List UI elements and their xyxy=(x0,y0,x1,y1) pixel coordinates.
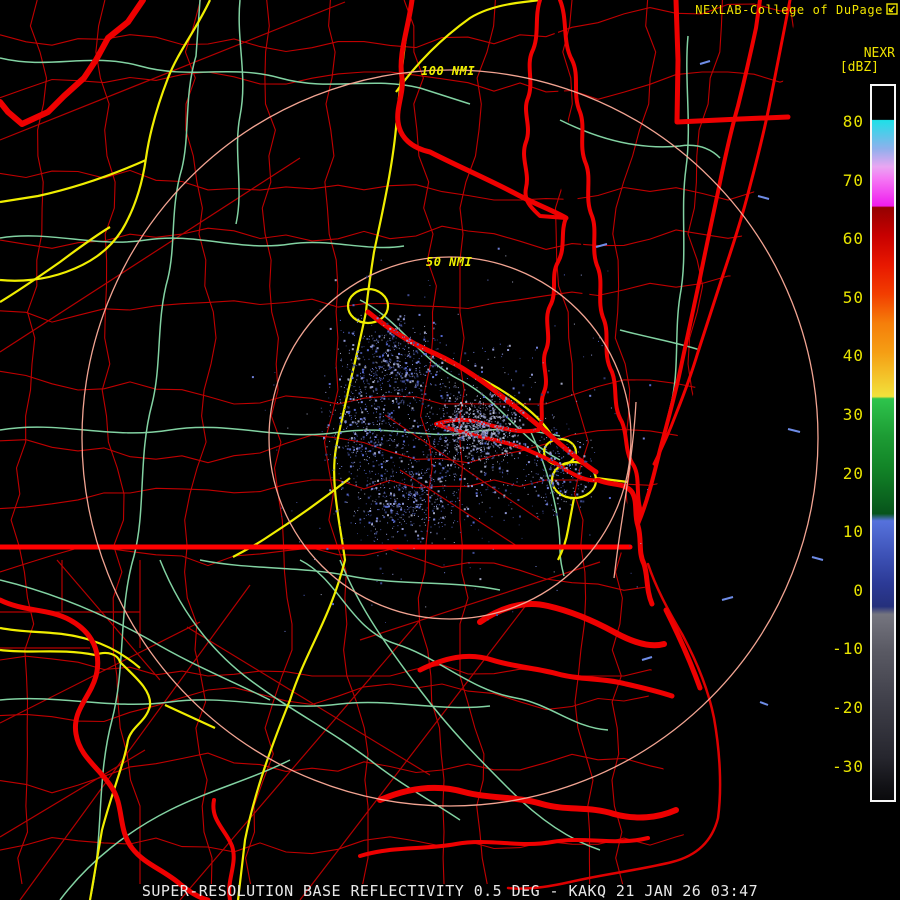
product-status-caption: SUPER-RESOLUTION BASE REFLECTIVITY 0.5 D… xyxy=(141,882,759,900)
colorbar-tick: 40 xyxy=(842,346,864,365)
colorbar-unit-label: [dBZ] xyxy=(839,60,879,75)
colorbar-tick: 30 xyxy=(842,405,864,424)
reflectivity-echo-layer xyxy=(251,247,652,632)
radar-map xyxy=(0,0,824,900)
colorbar-tick: 0 xyxy=(853,581,864,600)
secondary-road-lines xyxy=(0,0,721,900)
dbz-colorbar xyxy=(870,84,896,802)
radar-viewer: 80 70 60 50 40 30 20 10 0 -10 -20 -30 NE… xyxy=(0,0,900,900)
colorbar-tick: -20 xyxy=(832,698,864,717)
range-ring-label-100nmi: 100 NMI xyxy=(421,64,476,78)
colorbar-tick: 50 xyxy=(842,288,864,307)
ocean-dash-marks xyxy=(595,60,824,706)
colorbar-tick: 20 xyxy=(842,464,864,483)
colorbar-tick: -30 xyxy=(832,757,864,776)
colorbar-tick: 10 xyxy=(842,522,864,541)
colorbar-tick: 60 xyxy=(842,229,864,248)
straight-county-borders xyxy=(0,1,601,900)
colorbar-tick: -10 xyxy=(832,639,864,658)
colorbar-tick: 70 xyxy=(842,171,864,190)
range-ring-label-50nmi: 50 NMI xyxy=(426,255,473,269)
colorbar-product-label: NEXR xyxy=(863,46,895,61)
site-attribution-title: NEXLAB-College of DuPage xyxy=(695,3,883,17)
colorbar-tick: 80 xyxy=(842,112,864,131)
external-link-icon[interactable] xyxy=(886,3,898,15)
